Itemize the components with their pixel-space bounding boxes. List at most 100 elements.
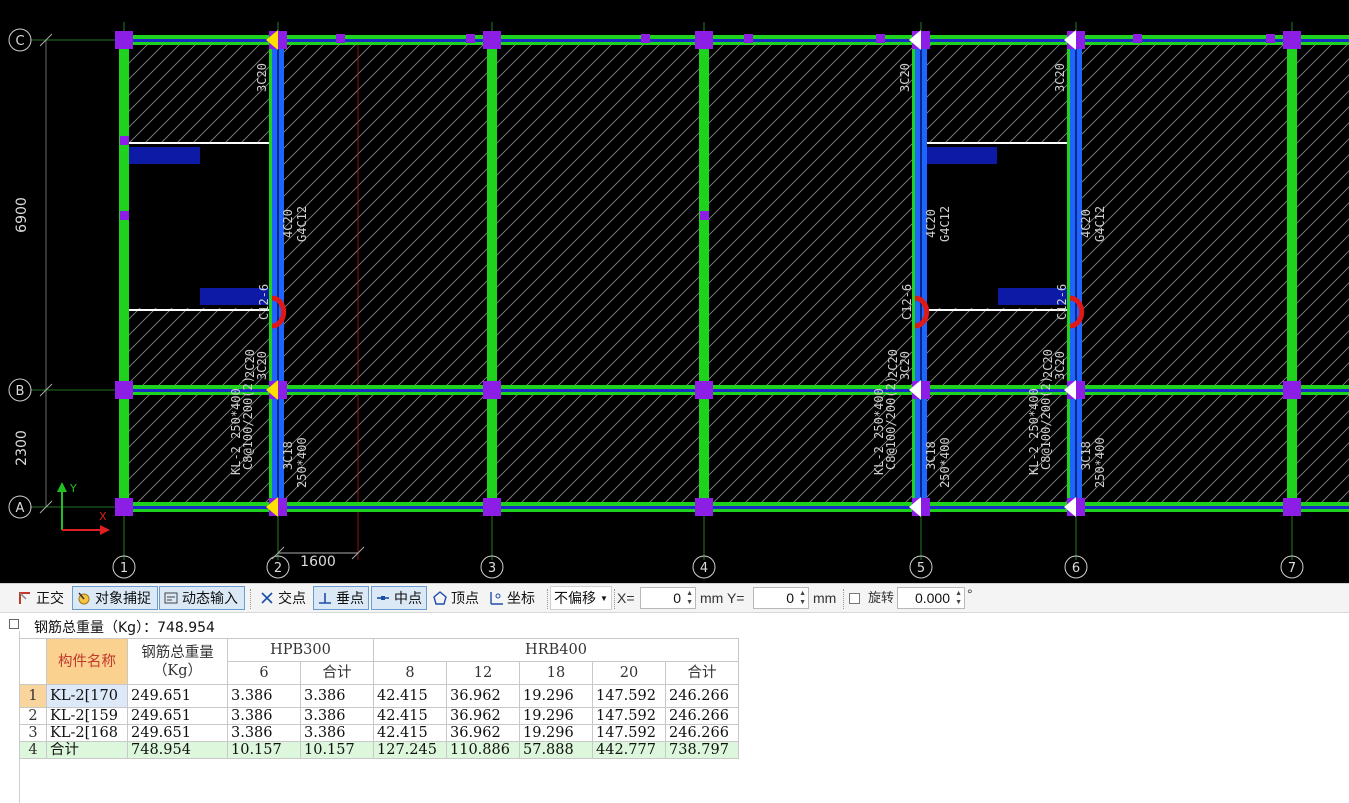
degree-symbol: ° — [967, 586, 973, 602]
beam-centerline — [124, 506, 1349, 509]
beam-centerline — [124, 39, 1349, 42]
column — [695, 31, 713, 49]
kl2-beam-centerline — [1075, 40, 1077, 507]
column — [695, 381, 713, 399]
weight-cell: 3.386 — [227, 724, 301, 742]
table-header-row: 构件名称 钢筋总重量 （Kg） HPB300 HRB400 — [19, 638, 739, 685]
weight-cell: 42.415 — [373, 707, 447, 725]
column-small — [700, 211, 709, 220]
slab-hatch — [704, 40, 921, 390]
y-coord-input[interactable]: 0 ▲ ▼ — [753, 587, 809, 609]
hrb-dia-12-header[interactable]: 12 — [446, 661, 520, 685]
coordinate-snap[interactable]: 坐标 — [485, 586, 538, 610]
weight-cell: 147.592 — [592, 684, 666, 708]
row-index: 3 — [19, 724, 47, 742]
beam-bottom-rebar-note: 3C18 — [281, 441, 295, 470]
total-weight-header-line1: 钢筋总重量 — [141, 644, 214, 661]
kl2-beam-centerline — [920, 40, 922, 507]
hrb-dia-18-header[interactable]: 18 — [519, 661, 593, 685]
hrb-dia-20-header[interactable]: 20 — [592, 661, 666, 685]
hpb-dia-6-header[interactable]: 6 — [227, 661, 301, 685]
component-name-header[interactable]: 构件名称 — [46, 638, 128, 685]
rebar-total-weight-title: 钢筋总重量（Kg）：748.954 — [34, 620, 215, 636]
weight-cell: 3.386 — [227, 684, 301, 708]
panel-pin-icon[interactable] — [9, 619, 19, 629]
component-name-cell[interactable]: 合计 — [46, 741, 128, 759]
slab-hatch — [492, 390, 704, 507]
column-small — [1266, 34, 1275, 43]
column — [1283, 381, 1301, 399]
table-row[interactable]: 3 KL-2[168 249.651 3.386 3.386 42.415 36… — [19, 724, 739, 742]
dynamic-input-toggle[interactable]: 动态输入 — [159, 586, 245, 610]
kl2-beam-edge — [269, 40, 272, 507]
coordinate-label: 坐标 — [507, 590, 535, 606]
beam-stirrup-note: C12-6 — [1055, 284, 1069, 320]
green-beam-vertical — [119, 40, 129, 507]
column — [483, 381, 501, 399]
object-snap-icon — [76, 590, 92, 606]
weight-cell: 3.386 — [227, 707, 301, 725]
hpb-subtotal-header[interactable]: 合计 — [300, 661, 374, 685]
table-row[interactable]: 1 KL-2[170 249.651 3.386 3.386 42.415 36… — [19, 684, 739, 708]
total-weight-cell: 249.651 — [127, 707, 228, 725]
rotate-angle-input[interactable]: 0.000 ▲ ▼ — [897, 587, 965, 609]
floor-plan-drawing[interactable]: 3C204C20 G4C12C12-6KL-2 250*400C8@100/200… — [0, 0, 1349, 583]
column — [1283, 498, 1301, 516]
x-coord-value: 0 — [673, 590, 681, 606]
table-total-row[interactable]: 4 合计 748.954 10.157 10.157 127.245 110.8… — [19, 741, 739, 759]
component-name-cell[interactable]: KL-2[159 — [46, 707, 128, 725]
midpoint-icon — [375, 590, 391, 606]
rotate-checkbox[interactable] — [849, 593, 860, 604]
dynamic-input-label: 动态输入 — [182, 590, 238, 606]
object-snap-toggle[interactable]: 对象捕捉 — [72, 586, 158, 610]
weight-cell: 42.415 — [373, 684, 447, 708]
row-index: 4 — [19, 741, 47, 759]
weight-cell: 19.296 — [519, 724, 593, 742]
beam-middle-rebar-note: 4C20 — [924, 209, 938, 238]
hrb-dia-8-header[interactable]: 8 — [373, 661, 447, 685]
beam-stirrup-note: C12-6 — [900, 284, 914, 320]
mm-unit-label: mm — [813, 590, 837, 606]
dimension-vertical-6900: 6900 — [14, 197, 30, 233]
offset-select[interactable]: 不偏移 ▼ — [550, 586, 612, 610]
vertex-snap[interactable]: 顶点 — [429, 586, 482, 610]
spin-arrows-icon[interactable]: ▲ ▼ — [955, 589, 962, 607]
column — [115, 498, 133, 516]
axis-label: B — [16, 384, 25, 399]
component-name-cell[interactable]: KL-2[168 — [46, 724, 128, 742]
spin-arrows-icon[interactable]: ▲ ▼ — [686, 589, 693, 607]
hrb-subtotal-header[interactable]: 合计 — [665, 661, 739, 685]
coordinate-icon — [488, 590, 504, 606]
column-small — [466, 34, 475, 43]
beam-stirrup-note: C12-6 — [257, 284, 271, 320]
beam-section-note: 250*400 — [938, 437, 952, 488]
green-beam-vertical — [487, 40, 497, 507]
vertex-icon — [432, 590, 448, 606]
rotate-angle-value: 0.000 — [914, 590, 950, 606]
weight-cell: 127.245 — [373, 741, 447, 759]
hpb300-header[interactable]: HPB300 — [227, 638, 374, 662]
intersection-snap[interactable]: 交点 — [256, 586, 309, 610]
total-weight-header[interactable]: 钢筋总重量 （Kg） — [127, 638, 228, 685]
spin-arrows-icon[interactable]: ▲ ▼ — [799, 589, 806, 607]
table-row[interactable]: 2 KL-2[159 249.651 3.386 3.386 42.415 36… — [19, 707, 739, 725]
perpendicular-snap[interactable]: 垂点 — [313, 586, 369, 610]
ucs-x-label: X — [99, 510, 107, 523]
slab-hatch — [1292, 390, 1349, 507]
total-weight-header-line2: （Kg） — [152, 662, 203, 679]
cad-drawing-canvas[interactable]: 3C20 4C20 G4C12 C12-6 KL-2 250*400 C8@100/200… — [0, 0, 1349, 583]
midpoint-snap[interactable]: 中点 — [371, 586, 427, 610]
axis-label: 1 — [120, 561, 128, 576]
component-name-cell[interactable]: KL-2[170 — [46, 684, 128, 708]
column-small — [1133, 34, 1142, 43]
hrb400-header[interactable]: HRB400 — [373, 638, 739, 662]
axis-label: 2 — [274, 561, 282, 576]
ortho-toggle[interactable]: 正交 — [14, 586, 67, 610]
beam-side-rebar-note: G4C12 — [1093, 206, 1107, 242]
x-coord-input[interactable]: 0 ▲ ▼ — [640, 587, 696, 609]
row-index: 2 — [19, 707, 47, 725]
beam-support-top-rebar-note: 3C20 — [255, 351, 269, 380]
toolbar-separator — [547, 589, 549, 609]
beam-section-note: 250*400 — [1093, 437, 1107, 488]
ucs-y-label: Y — [69, 482, 77, 495]
